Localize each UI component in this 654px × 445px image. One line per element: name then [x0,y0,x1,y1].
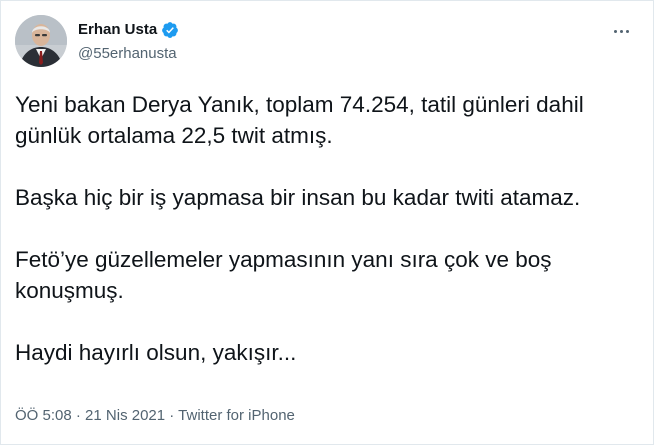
tweet-paragraph: Haydi hayırlı olsun, yakışır... [15,340,297,365]
avatar[interactable] [15,15,67,67]
tweet-paragraph: Fetö’ye güzellemeler yapmasının yanı sır… [15,247,552,303]
meta-separator: · [71,407,86,424]
tweet-card: Erhan Usta @55erhanusta Yeni bakan Derya… [0,0,654,445]
author-handle[interactable]: @55erhanusta [78,44,179,64]
tweet-paragraph: Başka hiç bir iş yapmasa bir insan bu ka… [15,185,581,210]
verified-badge-icon [161,21,179,39]
more-dot [619,29,623,33]
author-names: Erhan Usta @55erhanusta [78,20,179,64]
tweet-paragraph: Yeni bakan Derya Yanık, toplam 74.254, t… [15,92,584,148]
more-options-icon[interactable] [607,21,635,41]
more-dot [613,29,617,33]
more-dot [625,29,629,33]
tweet-time[interactable]: ÖÖ 5:08 [15,407,72,424]
tweet-header: Erhan Usta @55erhanusta [15,15,639,71]
tweet-meta: ÖÖ 5:08 · 21 Nis 2021 · Twitter for iPho… [15,406,295,426]
display-name-row: Erhan Usta [78,20,179,40]
display-name[interactable]: Erhan Usta [78,20,157,40]
tweet-source[interactable]: Twitter for iPhone [178,407,295,424]
meta-separator: · [165,407,179,424]
tweet-text: Yeni bakan Derya Yanık, toplam 74.254, t… [15,89,635,368]
tweet-date[interactable]: 21 Nis 2021 [85,407,165,424]
